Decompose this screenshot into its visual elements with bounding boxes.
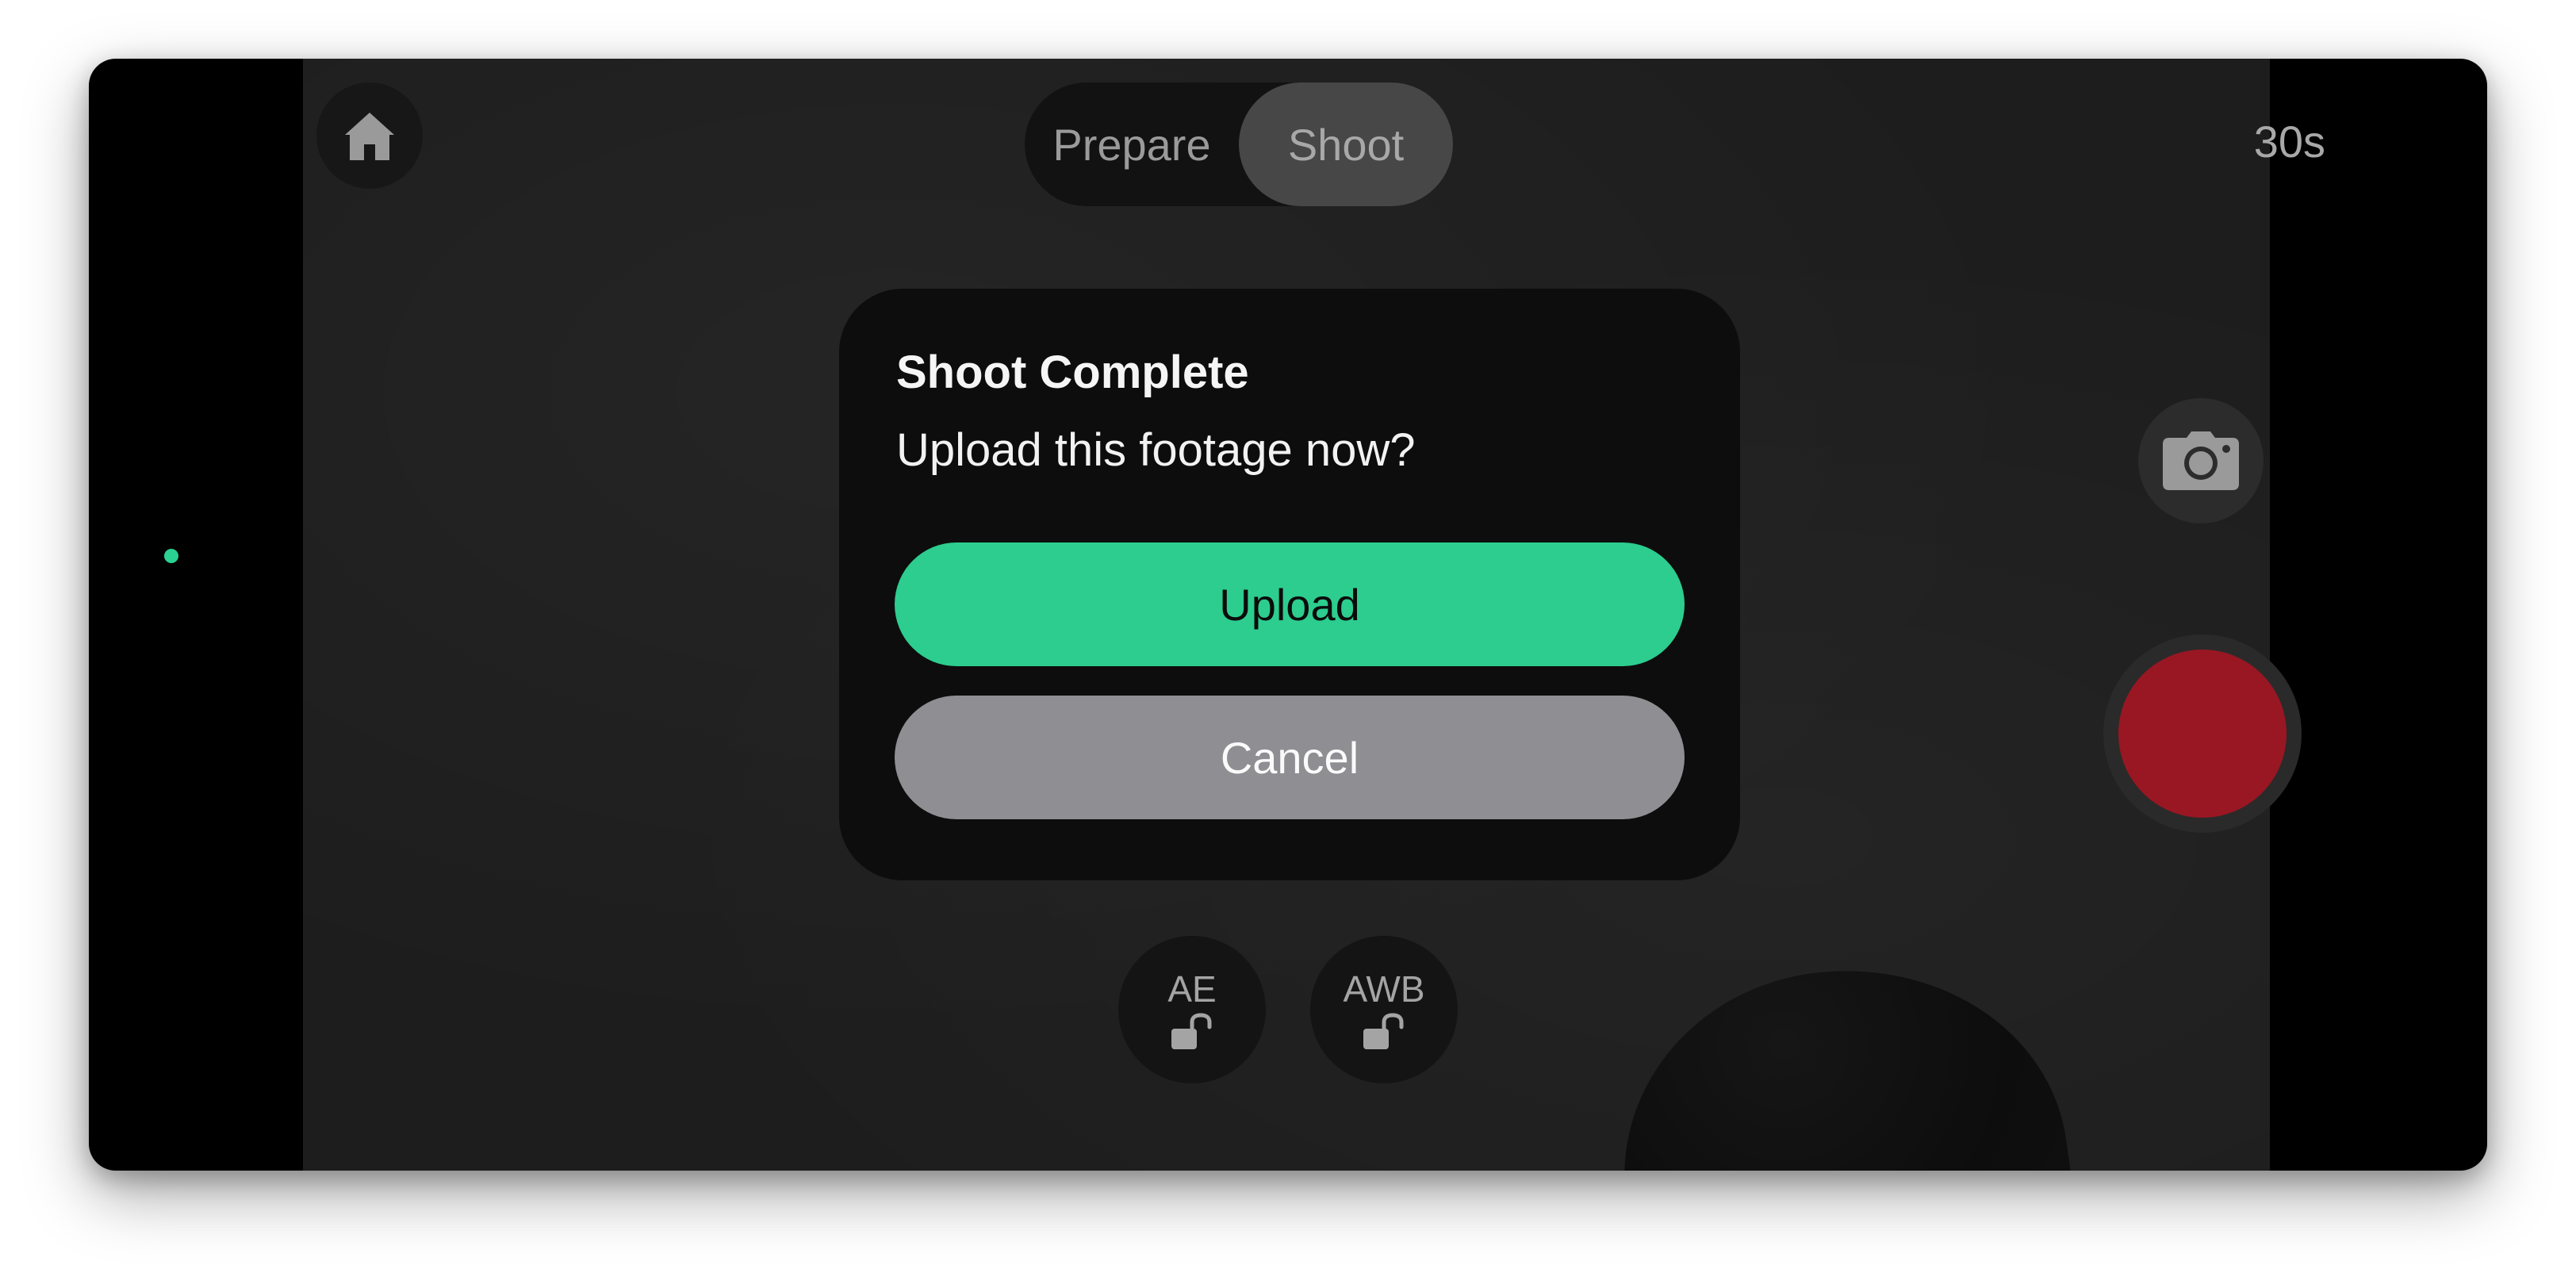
awb-label: AWB (1343, 968, 1425, 1010)
dialog-message: Upload this footage now? (896, 424, 1416, 476)
camera-icon (2163, 431, 2239, 490)
record-button[interactable] (2103, 634, 2302, 833)
status-indicator-dot (164, 549, 178, 563)
shoot-complete-dialog: Shoot Complete Upload this footage now? … (839, 289, 1740, 880)
viewfinder-subject (1598, 941, 2085, 1171)
awb-lock-button[interactable]: AWB (1310, 936, 1458, 1083)
unlocked-lock-icon (1171, 1013, 1212, 1049)
ae-lock-button[interactable]: AE (1118, 936, 1266, 1083)
mode-segmented-control: Prepare Shoot (1025, 82, 1453, 206)
record-button-fill (2118, 650, 2287, 818)
photo-button[interactable] (2138, 398, 2264, 523)
home-icon (345, 113, 394, 160)
mode-shoot-tab[interactable]: Shoot (1239, 82, 1453, 206)
dialog-title: Shoot Complete (896, 347, 1249, 398)
unlocked-lock-icon (1363, 1013, 1404, 1049)
device-screen: Prepare Shoot 30s AE AWB Shoot Complete … (89, 59, 2487, 1171)
upload-button[interactable]: Upload (895, 542, 1685, 666)
cancel-button[interactable]: Cancel (895, 696, 1685, 819)
home-button[interactable] (316, 82, 423, 189)
ae-label: AE (1167, 968, 1217, 1010)
mode-prepare-tab[interactable]: Prepare (1025, 82, 1239, 206)
duration-label: 30s (2253, 117, 2325, 167)
